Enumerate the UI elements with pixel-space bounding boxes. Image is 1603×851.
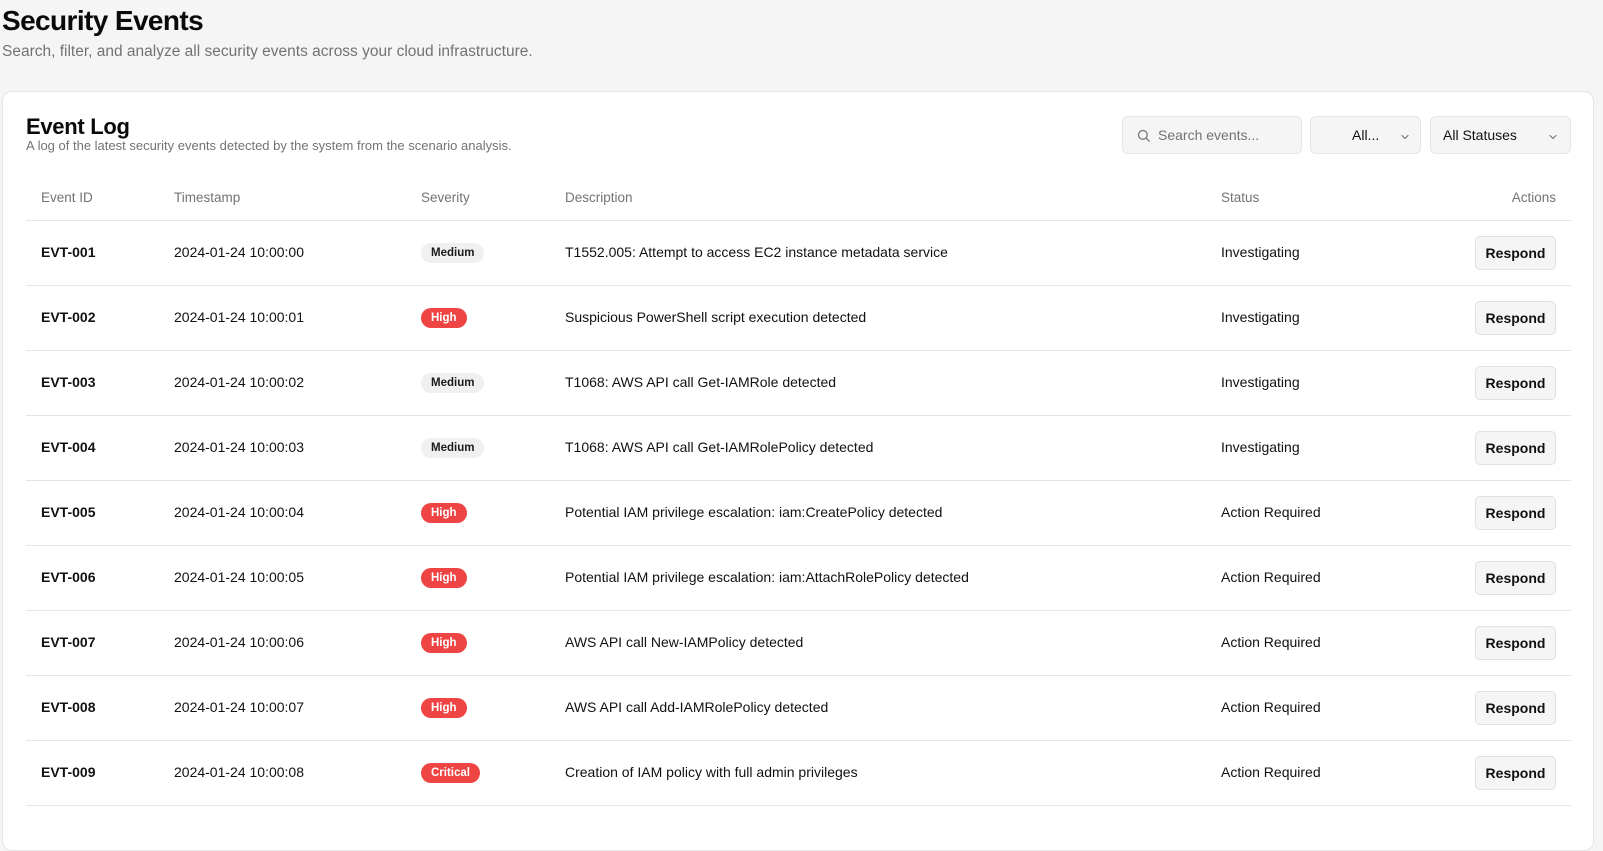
severity-badge: Critical xyxy=(421,763,480,783)
severity-badge: Medium xyxy=(421,243,485,263)
header-status: Status xyxy=(1221,190,1260,205)
respond-button[interactable]: Respond xyxy=(1475,366,1556,400)
card-title: Event Log xyxy=(26,114,130,139)
event-log-card: Event Log A log of the latest security e… xyxy=(2,91,1594,851)
respond-button[interactable]: Respond xyxy=(1475,496,1556,530)
event-status: Action Required xyxy=(1221,504,1321,520)
event-description: T1552.005: Attempt to access EC2 instanc… xyxy=(565,244,948,260)
severity-filter-select[interactable]: All... xyxy=(1310,116,1421,154)
severity-badge: High xyxy=(421,698,467,718)
event-id: EVT-008 xyxy=(41,699,96,715)
event-id: EVT-001 xyxy=(41,244,96,260)
event-id: EVT-002 xyxy=(41,309,96,325)
status-filter-value: All Statuses xyxy=(1443,127,1517,143)
respond-button[interactable]: Respond xyxy=(1475,301,1556,335)
page-header: Security Events Search, filter, and anal… xyxy=(2,4,533,62)
table-row: EVT-006 2024-01-24 10:00:05 High Potential … xyxy=(26,546,1571,611)
event-timestamp: 2024-01-24 10:00:05 xyxy=(174,569,304,585)
event-description: Potential IAM privilege escalation: iam:… xyxy=(565,569,969,585)
header-description: Description xyxy=(565,190,633,205)
page-subtitle: Search, filter, and analyze all security… xyxy=(2,43,533,60)
severity-badge: High xyxy=(421,568,467,588)
table-row: EVT-008 2024-01-24 10:00:07 High AWS API ca… xyxy=(26,676,1571,741)
chevron-down-icon xyxy=(1401,134,1409,140)
severity-badge: High xyxy=(421,503,467,523)
event-timestamp: 2024-01-24 10:00:06 xyxy=(174,634,304,650)
event-description: AWS API call Add-IAMRolePolicy detected xyxy=(565,699,829,715)
header-severity: Severity xyxy=(421,190,470,205)
event-status: Action Required xyxy=(1221,634,1321,650)
respond-button[interactable]: Respond xyxy=(1475,691,1556,725)
event-id: EVT-009 xyxy=(41,764,96,780)
table-row: EVT-005 2024-01-24 10:00:04 High Potential … xyxy=(26,481,1571,546)
event-description: T1068: AWS API call Get-IAMRolePolicy de… xyxy=(565,439,874,455)
event-timestamp: 2024-01-24 10:00:07 xyxy=(174,699,304,715)
respond-button[interactable]: Respond xyxy=(1475,561,1556,595)
severity-badge: High xyxy=(421,633,467,653)
event-status: Action Required xyxy=(1221,569,1321,585)
event-description: Potential IAM privilege escalation: iam:… xyxy=(565,504,943,520)
respond-button[interactable]: Respond xyxy=(1475,756,1556,790)
event-status: Action Required xyxy=(1221,699,1321,715)
event-timestamp: 2024-01-24 10:00:02 xyxy=(174,374,304,390)
event-description: T1068: AWS API call Get-IAMRole detected xyxy=(565,374,837,390)
chevron-down-icon xyxy=(1549,134,1557,140)
table-row: EVT-009 2024-01-24 10:00:08 Critical Creati… xyxy=(26,741,1571,806)
event-status: Investigating xyxy=(1221,439,1300,455)
table-row: EVT-007 2024-01-24 10:00:06 High AWS API ca… xyxy=(26,611,1571,676)
search-icon xyxy=(1137,129,1150,142)
table-row: EVT-003 2024-01-24 10:00:02 Medium T1068: A… xyxy=(26,351,1571,416)
event-status: Investigating xyxy=(1221,374,1300,390)
event-timestamp: 2024-01-24 10:00:03 xyxy=(174,439,304,455)
event-description: AWS API call New-IAMPolicy detected xyxy=(565,634,804,650)
header-actions: Actions xyxy=(1511,190,1556,205)
table-row: EVT-002 2024-01-24 10:00:01 High Suspicious… xyxy=(26,286,1571,351)
event-timestamp: 2024-01-24 10:00:08 xyxy=(174,764,304,780)
event-description: Creation of IAM policy with full admin p… xyxy=(565,764,858,780)
event-id: EVT-007 xyxy=(41,634,96,650)
header-timestamp: Timestamp xyxy=(174,190,241,205)
respond-button[interactable]: Respond xyxy=(1475,236,1556,270)
severity-badge: Medium xyxy=(421,373,485,393)
severity-filter-value: All... xyxy=(1352,127,1380,143)
header-event-id: Event ID xyxy=(41,190,93,205)
table-header: Event ID Timestamp Severity Description … xyxy=(26,176,1571,221)
event-id: EVT-004 xyxy=(41,439,96,455)
table-body: EVT-001 2024-01-24 10:00:00 Medium T1552.00… xyxy=(26,221,1571,806)
respond-button[interactable]: Respond xyxy=(1475,431,1556,465)
table-row: EVT-004 2024-01-24 10:00:03 Medium T1068: A… xyxy=(26,416,1571,481)
event-status: Investigating xyxy=(1221,309,1300,325)
event-timestamp: 2024-01-24 10:00:01 xyxy=(174,309,304,325)
event-id: EVT-003 xyxy=(41,374,96,390)
severity-badge: Medium xyxy=(421,438,485,458)
respond-button[interactable]: Respond xyxy=(1475,626,1556,660)
events-table: Event ID Timestamp Severity Description … xyxy=(26,176,1571,806)
status-filter-select[interactable]: All Statuses xyxy=(1430,116,1571,154)
event-description: Suspicious PowerShell script execution d… xyxy=(565,309,867,325)
event-id: EVT-005 xyxy=(41,504,96,520)
event-id: EVT-006 xyxy=(41,569,96,585)
search-input[interactable] xyxy=(1158,117,1298,153)
search-box[interactable] xyxy=(1122,116,1302,154)
table-row: EVT-001 2024-01-24 10:00:00 Medium T1552.00… xyxy=(26,221,1571,286)
page-title: Security Events xyxy=(2,5,204,36)
severity-badge: High xyxy=(421,308,467,328)
event-status: Investigating xyxy=(1221,244,1300,260)
event-timestamp: 2024-01-24 10:00:00 xyxy=(174,244,304,260)
event-status: Action Required xyxy=(1221,764,1321,780)
event-timestamp: 2024-01-24 10:00:04 xyxy=(174,504,304,520)
card-description: A log of the latest security events dete… xyxy=(26,138,512,153)
